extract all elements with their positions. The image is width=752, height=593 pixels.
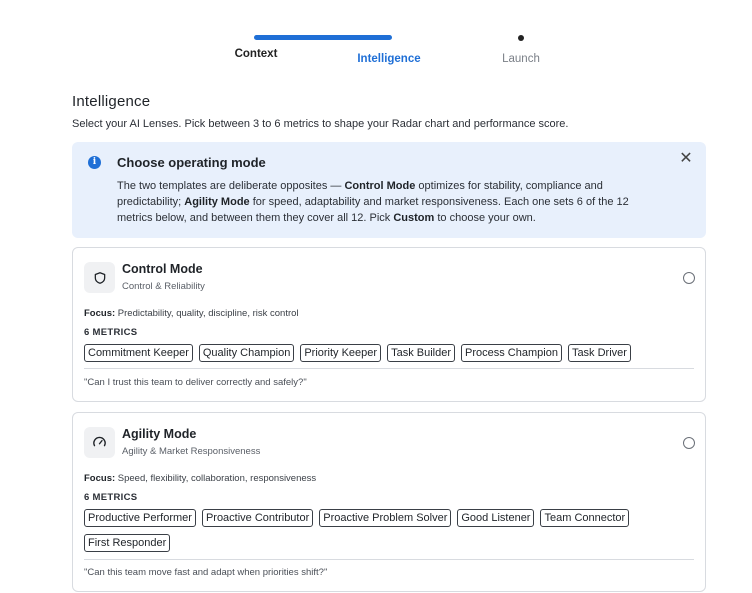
focus-text: Predictability, quality, discipline, ris… [117,308,299,319]
step-label: Intelligence [357,53,421,65]
metric-chip[interactable]: Quality Champion [198,344,295,362]
metric-chip[interactable]: Commitment Keeper [84,344,193,362]
metric-chips: Commitment Keeper Quality Champion Prior… [84,344,644,362]
step-progress-bar [254,35,392,40]
divider [84,559,694,560]
mode-quote: "Can I trust this team to deliver correc… [84,377,307,388]
mode-radio-control[interactable] [683,272,695,284]
metric-chip[interactable]: Productive Performer [84,509,196,527]
step-label: Launch [502,53,540,65]
metric-chip[interactable]: Proactive Problem Solver [319,509,452,527]
mode-focus: Focus: Speed, flexibility, collaboration… [84,473,316,484]
focus-label: Focus: [84,308,116,319]
progress-stepper: Context Intelligence Launch [0,30,752,70]
mode-subtitle: Agility & Market Responsiveness [122,446,261,457]
step-label: Context [234,48,278,60]
page-subtitle: Select your AI Lenses. Pick between 3 to… [72,118,569,130]
focus-label: Focus: [84,473,116,484]
info-banner: i Choose operating mode ✕ The two templa… [72,142,706,238]
mode-subtitle: Control & Reliability [122,281,205,292]
metrics-count-label: 6 METRICS [84,327,138,338]
banner-text: The two templates are deliberate opposit… [117,178,642,226]
metric-chips: Productive Performer Proactive Contribut… [84,509,644,552]
divider [84,368,694,369]
banner-bold-agility: Agility Mode [184,196,250,208]
metric-chip[interactable]: Process Champion [461,344,562,362]
metrics-count-label: 6 METRICS [84,492,138,503]
metric-chip[interactable]: Team Connector [540,509,630,527]
gauge-icon [84,427,115,458]
mode-radio-agility[interactable] [683,437,695,449]
banner-bold-control: Control Mode [344,180,416,192]
mode-focus: Focus: Predictability, quality, discipli… [84,308,299,319]
mode-quote: "Can this team move fast and adapt when … [84,567,328,578]
mode-title: Agility Mode [122,427,197,441]
banner-text-part: to choose your own. [434,212,536,224]
banner-bold-custom: Custom [393,212,435,224]
step-launch[interactable]: Launch [451,30,591,65]
focus-text: Speed, flexibility, collaboration, respo… [117,473,317,484]
banner-title: Choose operating mode [117,155,266,170]
step-intelligence[interactable]: Intelligence [254,30,459,65]
metric-chip[interactable]: Task Driver [567,344,631,362]
mode-card-agility[interactable]: Agility Mode Agility & Market Responsive… [72,412,706,592]
step-dot [518,35,524,41]
mode-title: Control Mode [122,262,203,276]
info-icon: i [88,156,101,169]
close-icon[interactable]: ✕ [678,151,694,167]
banner-text-part: The two templates are deliberate opposit… [117,180,345,192]
metric-chip[interactable]: Good Listener [457,509,535,527]
metric-chip[interactable]: First Responder [84,534,171,552]
page-title: Intelligence [72,93,151,110]
metric-chip[interactable]: Task Builder [387,344,455,362]
shield-icon [84,262,115,293]
metric-chip[interactable]: Priority Keeper [300,344,382,362]
metric-chip[interactable]: Proactive Contributor [201,509,314,527]
mode-card-control[interactable]: Control Mode Control & Reliability Focus… [72,247,706,402]
